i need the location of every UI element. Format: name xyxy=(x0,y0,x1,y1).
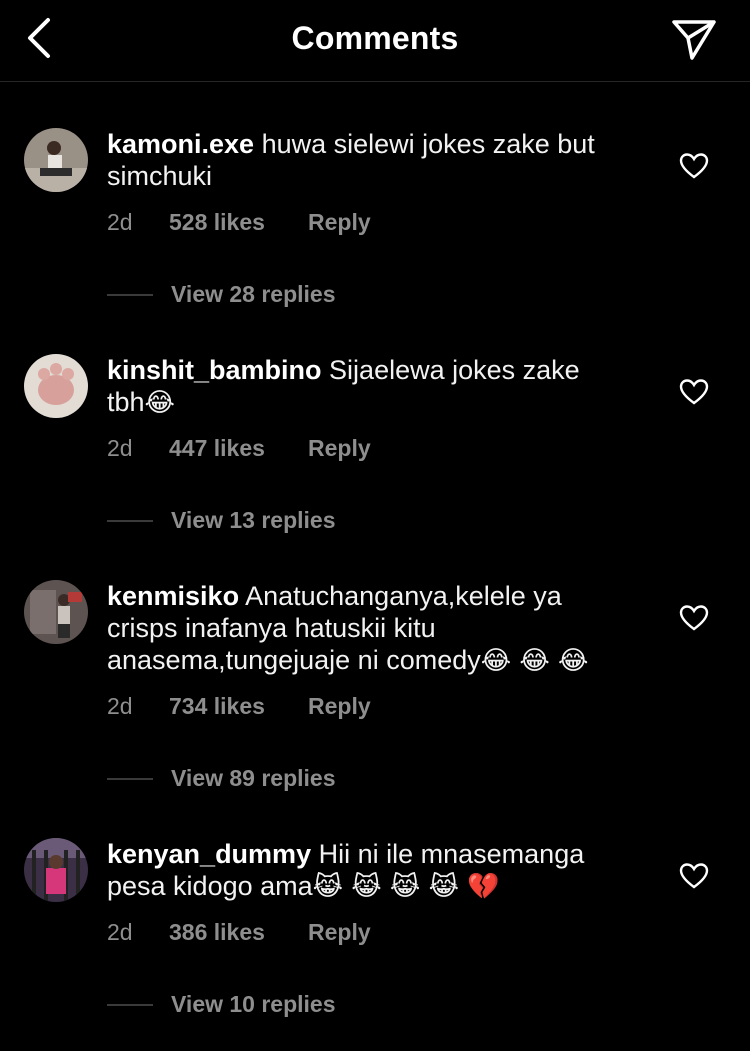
comment-body: Sijaelewa jokes zake xyxy=(329,355,580,385)
comment-body: Hii ni ile mnasemanga xyxy=(318,839,585,869)
divider-line xyxy=(107,519,153,522)
header-bar: Comments xyxy=(0,0,750,82)
view-replies-button[interactable]: View 28 replies xyxy=(107,281,336,308)
username-link[interactable]: kenyan_dummy xyxy=(107,839,311,869)
avatar[interactable] xyxy=(24,354,88,418)
comment-body: huwa sielewi jokes zake but xyxy=(261,129,595,159)
like-count[interactable]: 447 likes xyxy=(169,435,308,462)
comment-body: Anatuchanganya,kelele ya xyxy=(245,581,562,611)
comment-body-cont: crisps inafanya hatuskii kitu xyxy=(107,613,436,643)
comment-time: 2d xyxy=(107,919,133,945)
comment-text: kenyan_dummy Hii ni ile mnasemanga pesa … xyxy=(107,838,647,903)
comment-text: kenmisiko Anatuchanganya,kelele ya crisp… xyxy=(107,580,647,677)
reply-button[interactable]: Reply xyxy=(308,209,371,236)
comment-body-cont: tbh xyxy=(107,387,145,417)
divider-line xyxy=(107,293,153,296)
heart-icon[interactable] xyxy=(679,152,709,180)
comment-meta: 2d 528 likes Reply xyxy=(107,209,371,236)
like-count[interactable]: 386 likes xyxy=(169,919,308,946)
username-link[interactable]: kenmisiko xyxy=(107,581,239,611)
view-replies-button[interactable]: View 13 replies xyxy=(107,507,336,534)
page-title: Comments xyxy=(291,20,459,56)
comment-body-cont: simchuki xyxy=(107,161,213,191)
emoji-text: 😂 😂 😂 xyxy=(480,646,589,676)
emoji-text: 😂 xyxy=(144,388,175,418)
reply-button[interactable]: Reply xyxy=(308,435,371,462)
username-link[interactable]: kamoni.exe xyxy=(107,129,254,159)
view-replies-label: View 89 replies xyxy=(171,765,336,791)
comment-time: 2d xyxy=(107,693,133,719)
heart-icon[interactable] xyxy=(679,378,709,406)
view-replies-button[interactable]: View 10 replies xyxy=(107,991,336,1018)
comment-time: 2d xyxy=(107,209,133,235)
comment-meta: 2d 734 likes Reply xyxy=(107,693,371,720)
reply-button[interactable]: Reply xyxy=(308,693,371,720)
view-replies-label: View 13 replies xyxy=(171,507,336,533)
username-link[interactable]: kinshit_bambino xyxy=(107,355,322,385)
comment-time: 2d xyxy=(107,435,133,461)
comment-meta: 2d 386 likes Reply xyxy=(107,919,371,946)
reply-button[interactable]: Reply xyxy=(308,919,371,946)
heart-icon[interactable] xyxy=(679,862,709,890)
comment-body-cont: pesa kidogo ama xyxy=(107,871,313,901)
comment-meta: 2d 447 likes Reply xyxy=(107,435,371,462)
like-count[interactable]: 528 likes xyxy=(169,209,308,236)
like-count[interactable]: 734 likes xyxy=(169,693,308,720)
heart-icon[interactable] xyxy=(679,604,709,632)
comment-body-cont: anasema,tungejuaje ni comedy xyxy=(107,645,481,675)
comment-text: kamoni.exe huwa sielewi jokes zake but s… xyxy=(107,128,647,192)
share-button[interactable] xyxy=(668,14,718,62)
divider-line xyxy=(107,1003,153,1006)
divider-line xyxy=(107,777,153,780)
view-replies-button[interactable]: View 89 replies xyxy=(107,765,336,792)
paper-plane-icon xyxy=(672,20,716,60)
avatar[interactable] xyxy=(24,128,88,192)
avatar[interactable] xyxy=(24,580,88,644)
avatar[interactable] xyxy=(24,838,88,902)
view-replies-label: View 10 replies xyxy=(171,991,336,1017)
emoji-text: 😹 😹 😹 😹 💔 xyxy=(312,872,500,902)
view-replies-label: View 28 replies xyxy=(171,281,336,307)
comment-text: kinshit_bambino Sijaelewa jokes zake tbh… xyxy=(107,354,647,419)
